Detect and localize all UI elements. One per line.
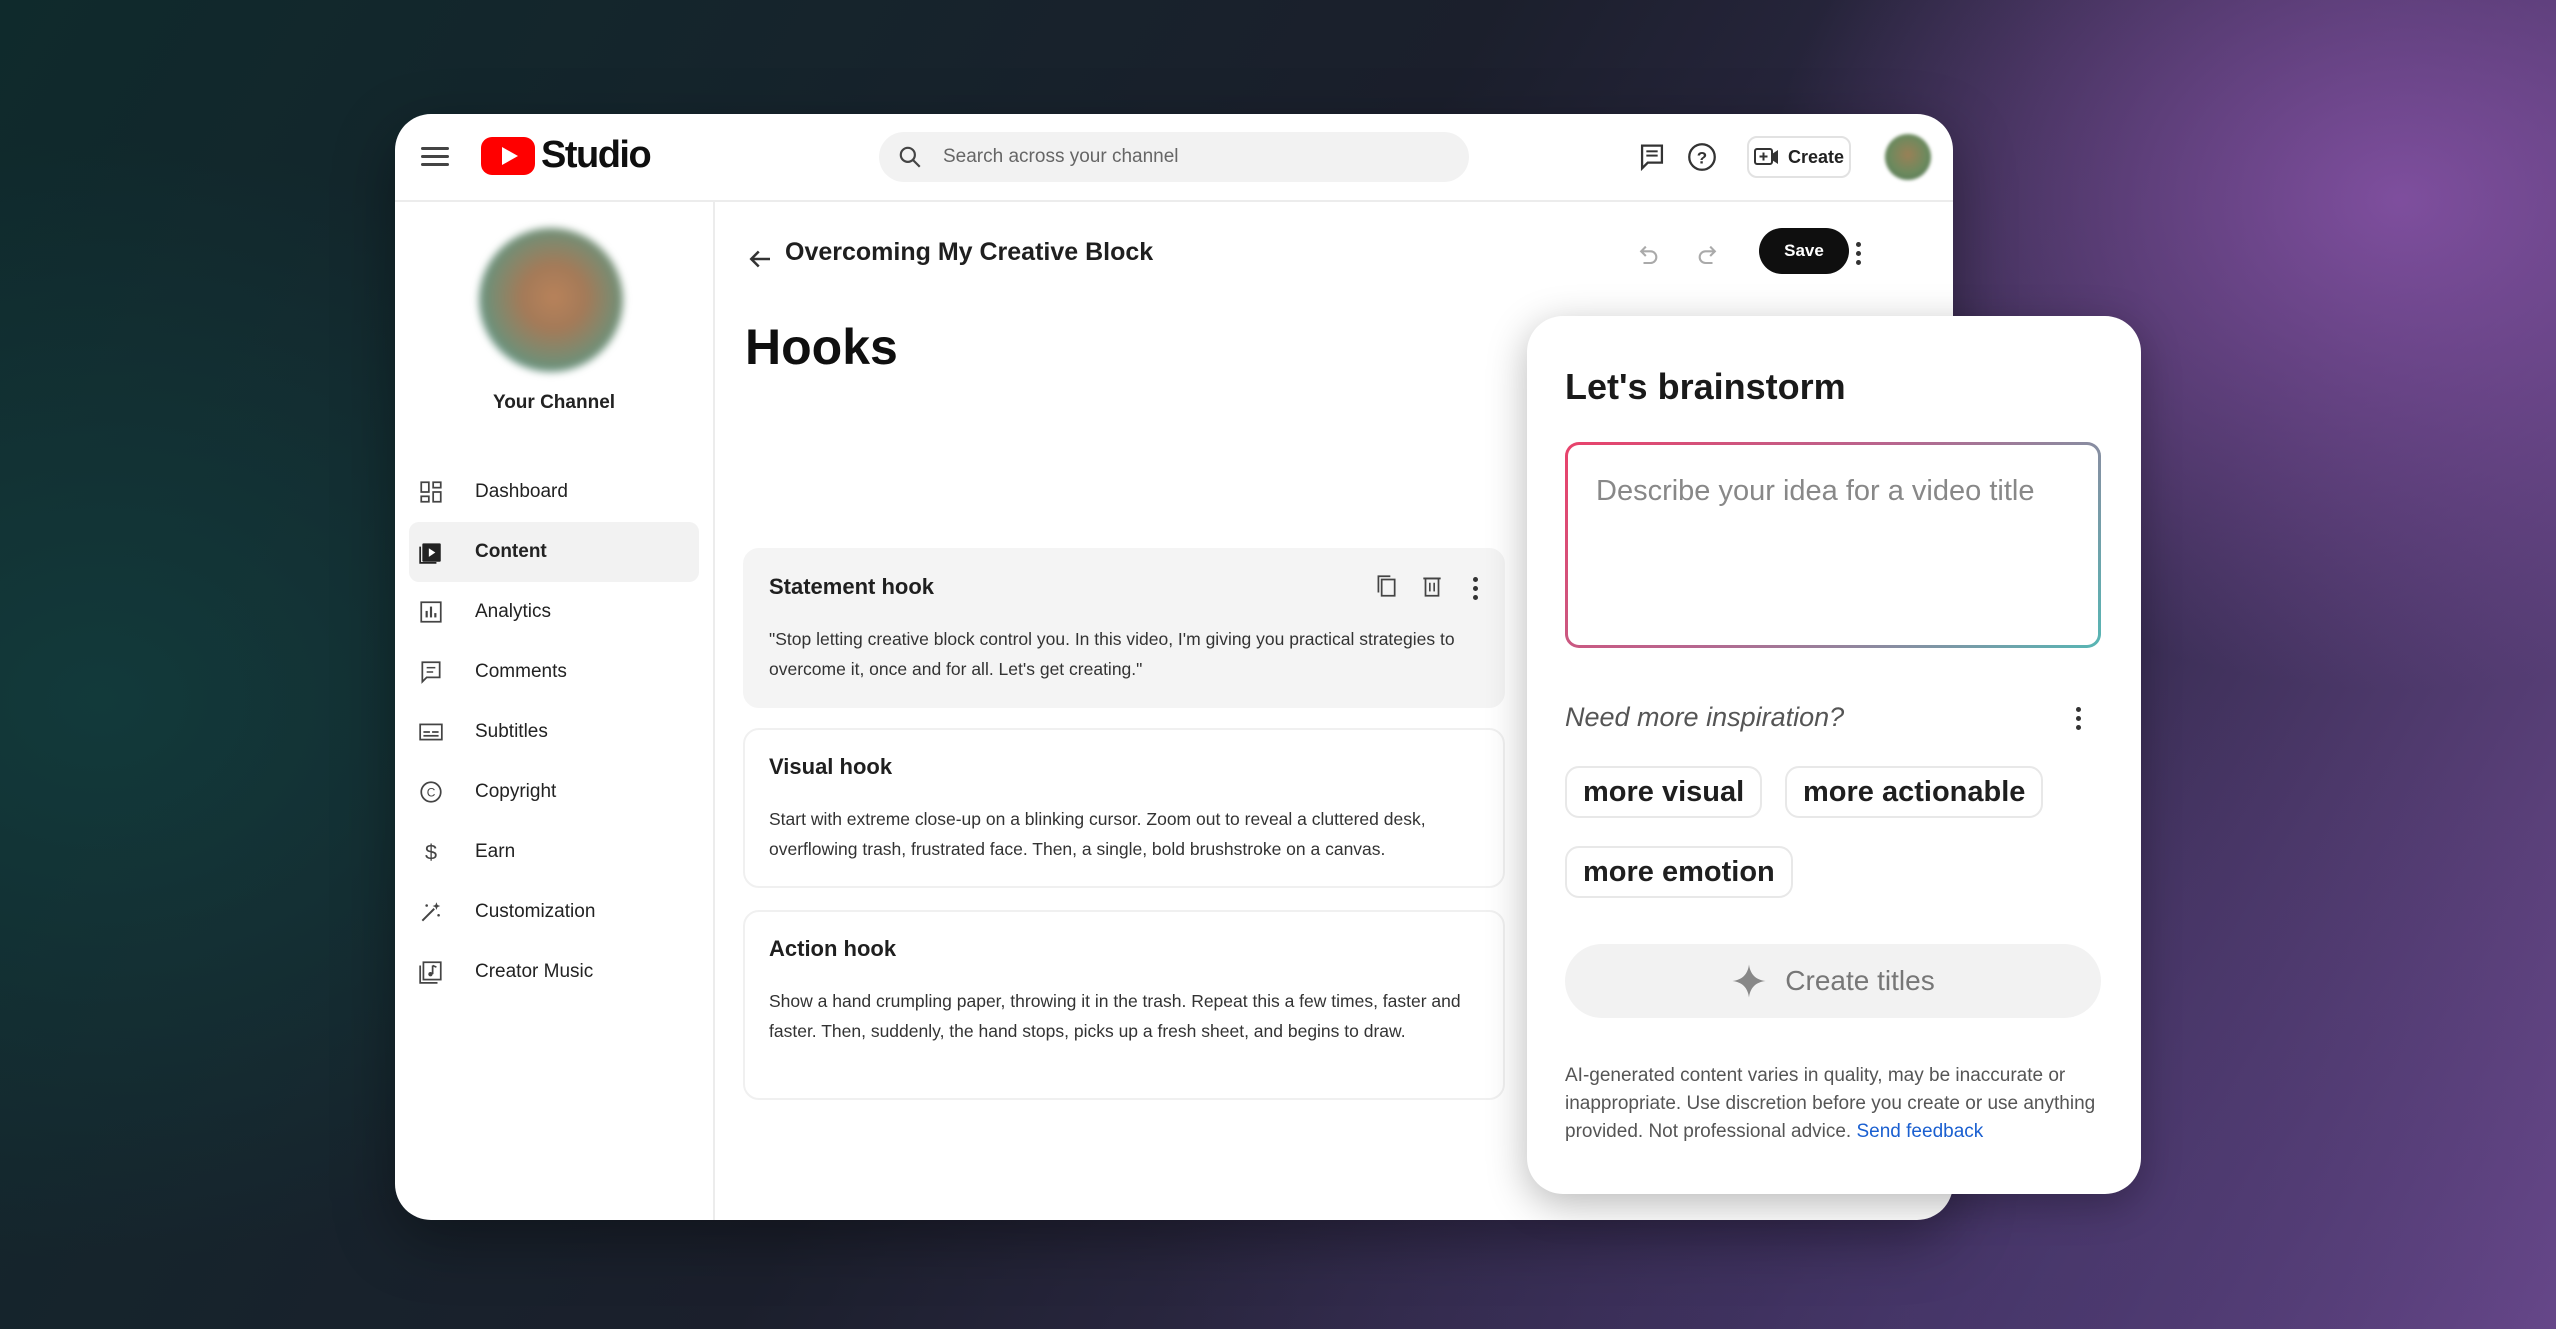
analytics-icon bbox=[417, 598, 445, 626]
sidebar-item-customization[interactable]: Customization bbox=[409, 882, 699, 942]
delete-icon[interactable] bbox=[1419, 572, 1445, 605]
sidebar-nav: Dashboard Content Analytics Comments Sub… bbox=[409, 462, 699, 1002]
document-title: Overcoming My Creative Block bbox=[785, 238, 1154, 266]
sidebar-item-label: Comments bbox=[475, 661, 567, 682]
sidebar-item-label: Creator Music bbox=[475, 961, 594, 982]
svg-text:C: C bbox=[427, 785, 436, 799]
idea-input[interactable] bbox=[1568, 445, 2098, 645]
wand-icon bbox=[417, 898, 445, 926]
chip-more-actionable[interactable]: more actionable bbox=[1785, 766, 2044, 818]
search-bar[interactable] bbox=[879, 132, 1469, 182]
svg-text:?: ? bbox=[1697, 148, 1707, 167]
copyright-icon: C bbox=[417, 778, 445, 806]
create-label: Create bbox=[1787, 146, 1845, 167]
help-icon[interactable]: ? bbox=[1685, 140, 1719, 174]
save-button[interactable]: Save bbox=[1759, 228, 1849, 274]
redo-icon[interactable] bbox=[1695, 242, 1723, 275]
sidebar-item-dashboard[interactable]: Dashboard bbox=[409, 462, 699, 522]
create-button[interactable]: Create bbox=[1747, 136, 1851, 178]
sidebar-item-subtitles[interactable]: Subtitles bbox=[409, 702, 699, 762]
idea-input-wrapper bbox=[1565, 442, 2101, 648]
search-icon bbox=[899, 146, 921, 168]
sidebar-item-label: Customization bbox=[475, 901, 596, 922]
sidebar-item-creator-music[interactable]: Creator Music bbox=[409, 942, 699, 1002]
hook-title: Visual hook bbox=[769, 754, 893, 779]
dashboard-icon bbox=[417, 478, 445, 506]
feedback-icon[interactable] bbox=[1635, 140, 1669, 174]
ai-disclaimer: AI-generated content varies in quality, … bbox=[1565, 1062, 2105, 1146]
dollar-icon: $ bbox=[417, 838, 445, 866]
panel-title: Let's brainstorm bbox=[1565, 366, 1846, 407]
subtitles-icon bbox=[417, 718, 445, 746]
create-titles-label: Create titles bbox=[1785, 965, 1935, 996]
sidebar-item-copyright[interactable]: C Copyright bbox=[409, 762, 699, 822]
video-plus-icon bbox=[1753, 148, 1778, 165]
hook-card-statement[interactable]: Statement hook "Stop letting creative bl… bbox=[743, 548, 1505, 708]
sidebar: Your Channel Dashboard Content Analytics… bbox=[395, 202, 715, 1220]
section-heading: Hooks bbox=[745, 319, 898, 375]
sidebar-item-label: Copyright bbox=[475, 781, 557, 802]
sidebar-item-content[interactable]: Content bbox=[409, 522, 699, 582]
sidebar-item-label: Content bbox=[475, 541, 547, 562]
sidebar-item-label: Subtitles bbox=[475, 721, 548, 742]
chip-more-visual[interactable]: more visual bbox=[1565, 766, 1763, 818]
hook-card-action[interactable]: Action hook Show a hand crumpling paper,… bbox=[743, 910, 1505, 1100]
disclaimer-text: AI-generated content varies in quality, … bbox=[1565, 1065, 2096, 1142]
comments-icon bbox=[417, 658, 445, 686]
menu-icon[interactable] bbox=[421, 142, 449, 172]
inspiration-label: Need more inspiration? bbox=[1565, 702, 1845, 732]
hook-title: Action hook bbox=[769, 936, 897, 961]
account-avatar[interactable] bbox=[1885, 134, 1931, 180]
send-feedback-link[interactable]: Send feedback bbox=[1857, 1121, 1984, 1142]
hook-text: Start with extreme close-up on a blinkin… bbox=[769, 809, 1426, 859]
back-arrow-icon[interactable] bbox=[745, 244, 775, 274]
channel-avatar[interactable] bbox=[479, 228, 623, 372]
sparkle-icon bbox=[1732, 964, 1766, 998]
content-icon bbox=[417, 538, 445, 566]
logo-text: Studio bbox=[541, 134, 652, 176]
youtube-studio-logo[interactable]: Studio bbox=[481, 134, 652, 177]
chip-more-emotion[interactable]: more emotion bbox=[1565, 846, 1793, 898]
sidebar-item-earn[interactable]: $ Earn bbox=[409, 822, 699, 882]
hook-more-icon[interactable] bbox=[1465, 575, 1485, 603]
svg-text:$: $ bbox=[425, 840, 437, 865]
inspiration-more-icon[interactable] bbox=[2063, 700, 2093, 736]
undo-icon[interactable] bbox=[1633, 242, 1661, 275]
sidebar-item-label: Dashboard bbox=[475, 481, 568, 502]
top-bar: Studio ? Create bbox=[395, 114, 1953, 202]
youtube-play-icon bbox=[481, 136, 535, 175]
sidebar-item-comments[interactable]: Comments bbox=[409, 642, 699, 702]
hook-text: "Stop letting creative block control you… bbox=[769, 629, 1455, 679]
music-icon bbox=[417, 958, 445, 986]
hook-title: Statement hook bbox=[769, 574, 935, 599]
create-titles-button[interactable]: Create titles bbox=[1565, 944, 2101, 1018]
sidebar-item-analytics[interactable]: Analytics bbox=[409, 582, 699, 642]
hook-card-visual[interactable]: Visual hook Start with extreme close-up … bbox=[743, 728, 1505, 888]
hook-text: Show a hand crumpling paper, throwing it… bbox=[769, 991, 1461, 1041]
brainstorm-panel: Let's brainstorm Need more inspiration? … bbox=[1527, 316, 2141, 1194]
hook-actions bbox=[1373, 572, 1485, 605]
sidebar-item-label: Analytics bbox=[475, 601, 552, 622]
sidebar-item-label: Earn bbox=[475, 841, 516, 862]
copy-icon[interactable] bbox=[1373, 572, 1399, 605]
channel-name: Your Channel bbox=[492, 392, 616, 413]
more-options-icon[interactable] bbox=[1843, 238, 1873, 268]
search-input[interactable] bbox=[941, 145, 1425, 169]
